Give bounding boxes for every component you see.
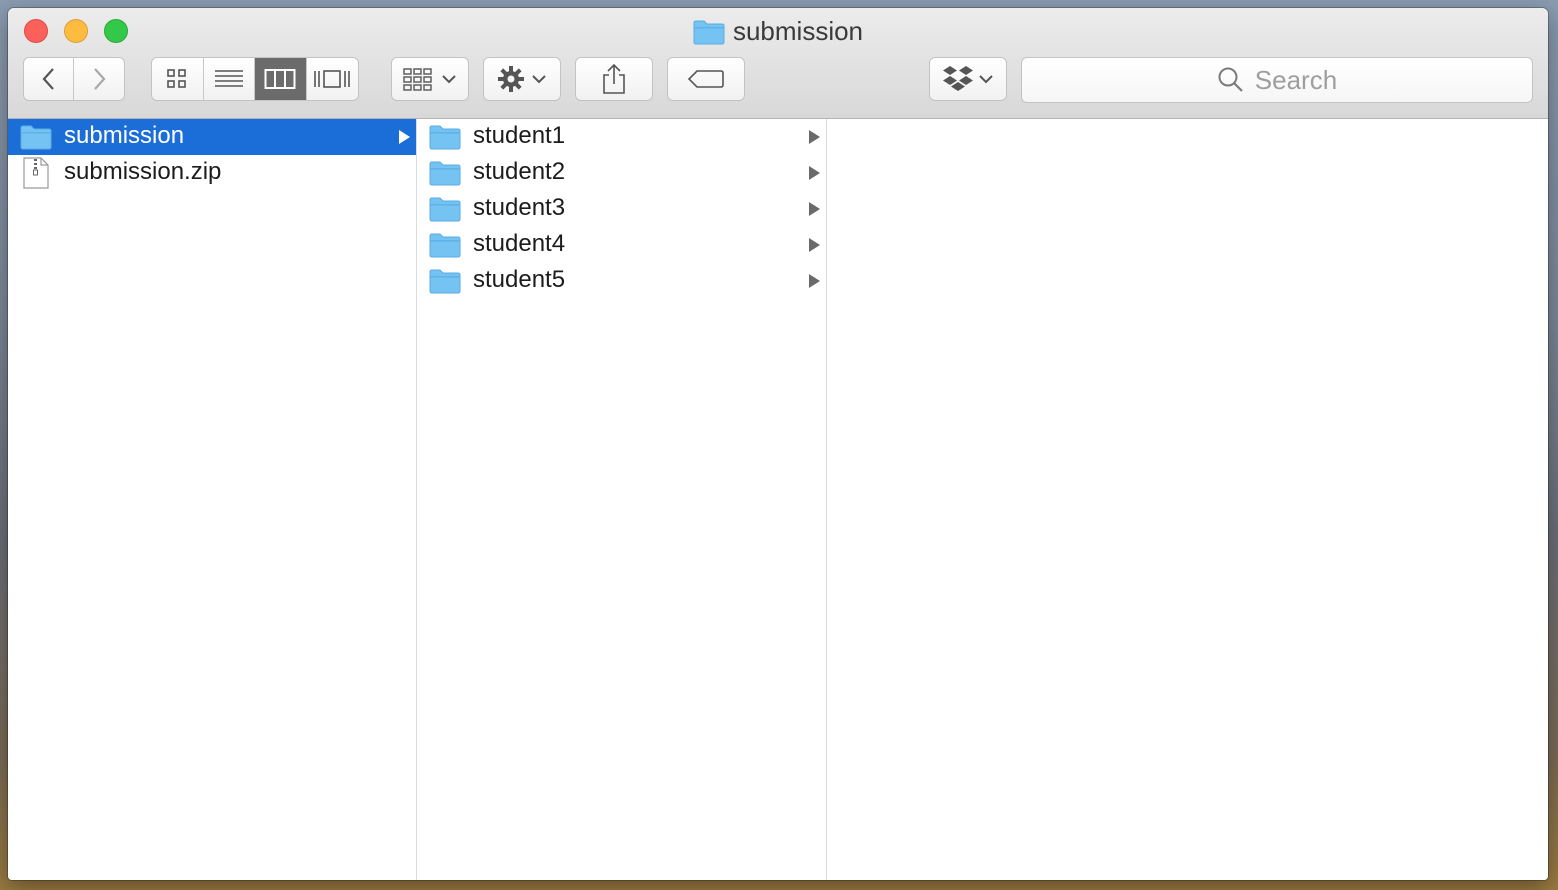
chevron-down-icon — [442, 75, 456, 84]
action-button[interactable] — [483, 57, 561, 101]
zip-file-icon — [23, 157, 49, 189]
chevron-right-icon — [94, 68, 106, 90]
disclosure-arrow-icon — [809, 166, 820, 180]
folder-icon — [693, 20, 725, 44]
list-item[interactable]: student1 — [417, 119, 826, 155]
item-label: student1 — [473, 122, 566, 149]
disclosure-arrow-icon — [809, 130, 820, 144]
list-item[interactable]: student2 — [417, 155, 826, 191]
item-label: student2 — [473, 158, 566, 185]
share-button[interactable] — [575, 57, 653, 101]
list-item[interactable]: student4 — [417, 227, 826, 263]
folder-icon — [429, 161, 461, 186]
item-label: submission — [64, 122, 185, 149]
icon-view-button[interactable] — [152, 58, 204, 100]
cover-flow-icon — [314, 70, 351, 88]
search-field[interactable]: Search — [1021, 57, 1533, 103]
browser-column-1[interactable]: submission submission.zip — [8, 119, 417, 880]
cover-flow-view-button[interactable] — [307, 58, 359, 100]
finder-window: submission Search submission submission.… — [8, 8, 1548, 880]
disclosure-arrow-icon — [809, 238, 820, 252]
disclosure-arrow-icon — [809, 202, 820, 216]
arrange-icon — [403, 68, 432, 91]
column-view-icon — [264, 69, 296, 89]
search-icon — [1218, 67, 1243, 92]
dropbox-icon — [943, 66, 973, 91]
list-view-icon — [214, 70, 243, 87]
list-item[interactable]: student5 — [417, 263, 826, 299]
tags-button[interactable] — [667, 57, 745, 101]
browser-column-3[interactable] — [827, 119, 1548, 880]
dropbox-button[interactable] — [929, 57, 1007, 101]
nav-buttons — [23, 57, 125, 101]
window-title: submission — [693, 16, 863, 47]
list-item[interactable]: student3 — [417, 191, 826, 227]
tag-icon — [687, 70, 724, 88]
view-mode-control — [151, 57, 359, 101]
folder-icon — [429, 197, 461, 222]
share-icon — [603, 63, 625, 94]
chevron-left-icon — [42, 68, 54, 90]
titlebar: submission Search — [8, 8, 1548, 119]
search-placeholder: Search — [1254, 64, 1338, 95]
list-view-button[interactable] — [204, 58, 255, 100]
list-item[interactable]: submission — [8, 119, 416, 155]
column-view-button[interactable] — [255, 58, 307, 100]
folder-icon — [429, 233, 461, 258]
list-item[interactable]: submission.zip — [8, 155, 416, 191]
item-label: student4 — [473, 230, 566, 257]
window-title-text: submission — [732, 16, 864, 46]
arrange-button[interactable] — [391, 57, 469, 101]
forward-button[interactable] — [74, 58, 124, 100]
chevron-down-icon — [979, 75, 993, 84]
chevron-down-icon — [532, 75, 546, 84]
icon-view-icon — [167, 69, 187, 88]
folder-icon — [20, 125, 52, 150]
folder-icon — [429, 125, 461, 150]
item-label: submission.zip — [64, 158, 222, 185]
disclosure-arrow-icon — [809, 274, 820, 288]
back-button[interactable] — [24, 58, 74, 100]
item-label: student5 — [473, 266, 566, 293]
gear-icon — [498, 66, 524, 92]
browser-column-2[interactable]: student1 student2 student3 student4 stud… — [417, 119, 827, 880]
item-label: student3 — [473, 194, 566, 221]
disclosure-arrow-icon — [399, 130, 410, 144]
folder-icon — [429, 269, 461, 294]
